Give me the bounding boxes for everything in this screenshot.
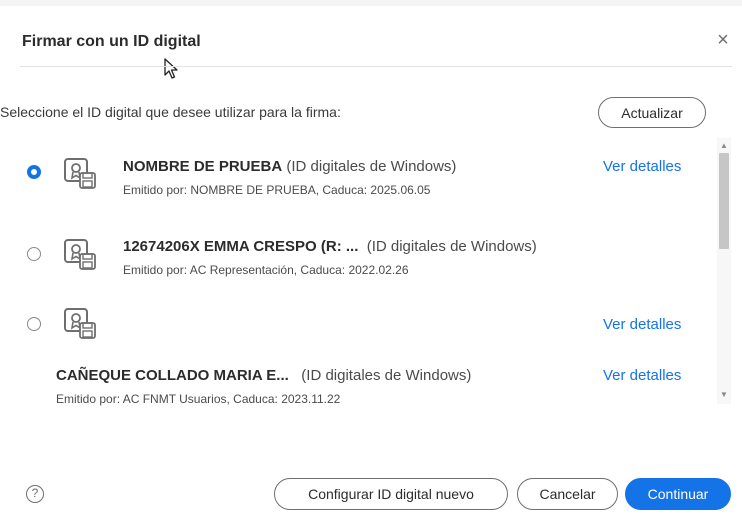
refresh-button[interactable]: Actualizar bbox=[598, 97, 706, 128]
instruction-text: Seleccione el ID digital que desee utili… bbox=[0, 104, 341, 120]
title-divider bbox=[20, 66, 732, 67]
certificate-issued: Emitido por: AC Representación, Caduca: … bbox=[123, 263, 409, 277]
scroll-down-icon[interactable]: ▼ bbox=[720, 390, 728, 399]
certificate-issued: Emitido por: NOMBRE DE PRUEBA, Caduca: 2… bbox=[123, 183, 431, 197]
certificate-name-line: NOMBRE DE PRUEBA (ID digitales de Window… bbox=[123, 158, 456, 175]
continue-button[interactable]: Continuar bbox=[625, 478, 731, 510]
mouse-cursor-icon bbox=[164, 58, 178, 79]
help-icon[interactable]: ? bbox=[26, 485, 44, 503]
radio-unselected-icon[interactable] bbox=[27, 317, 41, 331]
close-icon[interactable]: × bbox=[714, 30, 732, 50]
view-details-link[interactable]: Ver detalles bbox=[603, 316, 681, 333]
digital-id-list: NOMBRE DE PRUEBA (ID digitales de Window… bbox=[0, 138, 742, 413]
radio-selected-icon[interactable] bbox=[27, 165, 41, 179]
certificate-source: (ID digitales de Windows) bbox=[366, 238, 537, 255]
configure-new-id-button[interactable]: Configurar ID digital nuevo bbox=[274, 478, 508, 510]
radio-unselected-icon[interactable] bbox=[27, 247, 41, 261]
certificate-name: CAÑEQUE COLLADO MARIA E... bbox=[56, 367, 289, 384]
view-details-link[interactable]: Ver detalles bbox=[603, 367, 681, 384]
certificate-name: 12674206X EMMA CRESPO (R: ... bbox=[123, 238, 359, 255]
certificate-id-icon bbox=[64, 158, 96, 189]
certificate-issued: Emitido por: AC FNMT Usuarios, Caduca: 2… bbox=[56, 392, 341, 406]
certificate-name-line: CAÑEQUE COLLADO MARIA E... (ID digitales… bbox=[56, 367, 471, 384]
certificate-source: (ID digitales de Windows) bbox=[286, 158, 457, 175]
certificate-source: (ID digitales de Windows) bbox=[301, 367, 472, 384]
scrollbar-thumb[interactable] bbox=[719, 153, 729, 249]
certificate-name: NOMBRE DE PRUEBA bbox=[123, 158, 283, 175]
view-details-link[interactable]: Ver detalles bbox=[603, 158, 681, 175]
dialog-title: Firmar con un ID digital bbox=[22, 33, 201, 50]
scroll-up-icon[interactable]: ▲ bbox=[720, 141, 728, 150]
cancel-button[interactable]: Cancelar bbox=[517, 478, 618, 510]
window-top-strip bbox=[0, 0, 742, 6]
certificate-name-line: 12674206X EMMA CRESPO (R: ... (ID digita… bbox=[123, 238, 537, 255]
certificate-id-icon bbox=[64, 239, 96, 270]
certificate-id-icon bbox=[64, 308, 96, 339]
